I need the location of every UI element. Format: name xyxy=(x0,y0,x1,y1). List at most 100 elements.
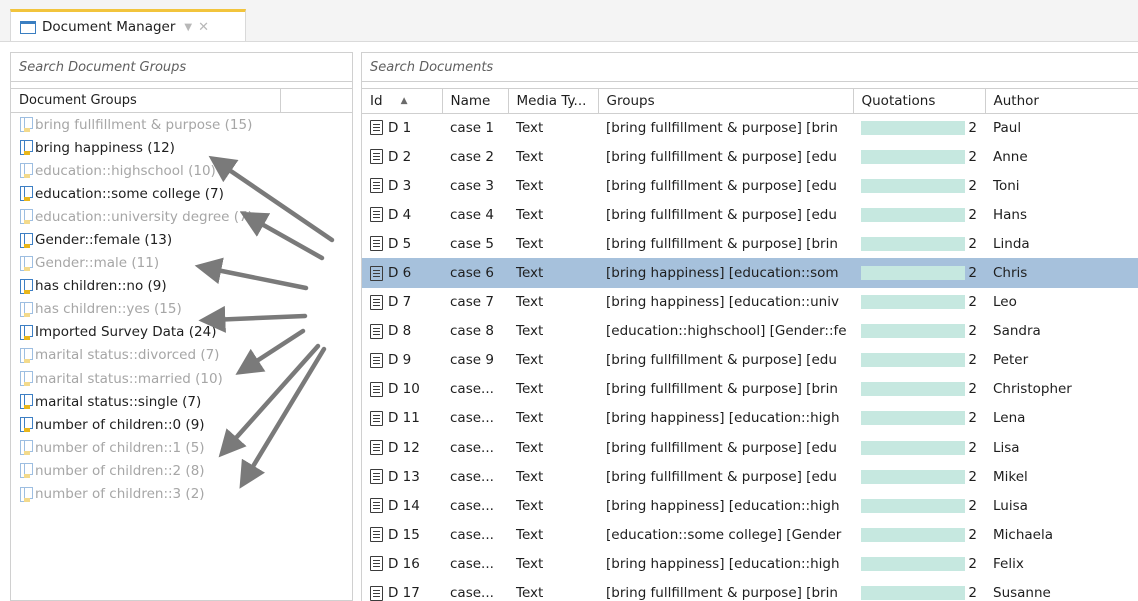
list-item[interactable]: bring happiness (12) xyxy=(11,136,352,159)
cell-id: D 15 xyxy=(362,520,442,549)
text-document-icon xyxy=(370,294,383,310)
cell-id: D 14 xyxy=(362,491,442,520)
cell-name: case 9 xyxy=(450,352,494,369)
quotation-bar xyxy=(861,236,965,251)
cell-groups: [bring happiness] [education::univ xyxy=(606,294,839,311)
cell-quotations: 2 xyxy=(853,549,985,578)
cell-media-type: Text xyxy=(516,119,544,136)
table-row[interactable]: D 11 case... Text [bring happiness] [educat… xyxy=(362,404,1138,433)
group-label: Gender::female (13) xyxy=(35,232,173,249)
search-document-groups-input[interactable]: Search Document Groups xyxy=(11,53,352,82)
list-item[interactable]: marital status::single (7) xyxy=(11,390,352,413)
table-row[interactable]: D 6 case 6 Text [bring happiness] [educatio… xyxy=(362,258,1138,288)
list-item[interactable]: bring fullfillment & purpose (15) xyxy=(11,113,352,136)
table-row[interactable]: D 13 case... Text [bring fullfillment & pur… xyxy=(362,462,1138,491)
chevron-down-icon[interactable]: ▼ xyxy=(184,22,192,33)
group-label: Imported Survey Data (24) xyxy=(35,324,217,341)
list-item[interactable]: number of children::2 (8) xyxy=(11,459,352,482)
sort-ascending-icon: ▲ xyxy=(400,95,408,106)
tab-document-manager[interactable]: Document Manager ▼ ✕ xyxy=(10,9,246,42)
list-item[interactable]: education::some college (7) xyxy=(11,182,352,205)
column-header-id[interactable]: Id ▲ xyxy=(362,89,443,114)
quotation-bar xyxy=(861,498,965,513)
list-item[interactable]: Gender::female (13) xyxy=(11,228,352,251)
groups-column-header[interactable]: Document Groups xyxy=(11,89,352,113)
table-row[interactable]: D 5 case 5 Text [bring fullfillment & purpo… xyxy=(362,229,1138,258)
text-document-icon xyxy=(370,556,383,572)
cell-media-type: Text xyxy=(508,258,598,288)
text-document-icon xyxy=(370,265,383,281)
group-label: bring happiness (12) xyxy=(35,139,175,156)
column-header-name[interactable]: Name xyxy=(442,89,509,114)
cell-author: Luisa xyxy=(993,497,1028,514)
column-header-document-groups[interactable]: Document Groups xyxy=(11,89,281,112)
column-header-media-type[interactable]: Media Ty... xyxy=(508,89,599,114)
cell-quotations: 2 xyxy=(853,317,985,346)
document-group-icon xyxy=(19,208,34,225)
close-icon[interactable]: ✕ xyxy=(198,20,209,35)
window-icon xyxy=(20,20,36,34)
cell-quotations: 2 xyxy=(853,229,985,258)
cell-media-type: Text xyxy=(516,439,544,456)
cell-name: case 7 xyxy=(450,294,494,311)
column-header-author[interactable]: Author xyxy=(985,89,1138,114)
tab-title: Document Manager xyxy=(42,19,176,35)
cell-author: Susanne xyxy=(993,585,1051,601)
table-row[interactable]: D 3 case 3 Text [bring fullfillment & purpo… xyxy=(362,171,1138,200)
cell-groups: [bring fullfillment & purpose] [brin xyxy=(606,235,838,252)
quotation-bar xyxy=(861,527,965,542)
table-row[interactable]: D 2 case 2 Text [bring fullfillment & purpo… xyxy=(362,142,1138,171)
table-row[interactable]: D 17 case... Text [bring fullfillment & pur… xyxy=(362,579,1138,601)
cell-media-type: Text xyxy=(516,497,544,514)
list-item[interactable]: Imported Survey Data (24) xyxy=(11,321,352,344)
list-item[interactable]: has children::no (9) xyxy=(11,275,352,298)
table-row[interactable]: D 12 case... Text [bring fullfillment & pur… xyxy=(362,433,1138,462)
list-item[interactable]: education::highschool (10) xyxy=(11,159,352,182)
cell-author: Felix xyxy=(993,555,1024,572)
table-row[interactable]: D 9 case 9 Text [bring fullfillment & purpo… xyxy=(362,346,1138,375)
cell-quotations: 2 xyxy=(853,142,985,171)
panel-gap xyxy=(362,82,1138,89)
cell-name: case... xyxy=(450,381,494,398)
cell-groups: [bring fullfillment & purpose] [edu xyxy=(606,148,837,165)
list-item[interactable]: marital status::divorced (7) xyxy=(11,344,352,367)
table-row[interactable]: D 1 case 1 Text [bring fullfillment & purpo… xyxy=(362,113,1138,142)
column-header-groups[interactable]: Groups xyxy=(598,89,854,114)
cell-name: case 6 xyxy=(442,258,508,288)
list-item[interactable]: has children::yes (15) xyxy=(11,298,352,321)
cell-id: D 12 xyxy=(362,433,442,462)
table-row[interactable]: D 14 case... Text [bring happiness] [educat… xyxy=(362,491,1138,520)
list-item[interactable]: number of children::1 (5) xyxy=(11,436,352,459)
document-group-icon xyxy=(19,393,34,410)
cell-author: Linda xyxy=(993,235,1030,252)
list-item[interactable]: number of children::0 (9) xyxy=(11,413,352,436)
cell-media-type: Text xyxy=(516,148,544,165)
quotation-bar xyxy=(861,295,965,310)
list-item[interactable]: number of children::3 (2) xyxy=(11,483,352,506)
group-label: marital status::divorced (7) xyxy=(35,347,220,364)
column-header-quotations[interactable]: Quotations xyxy=(853,89,986,114)
quotation-bar xyxy=(861,469,965,484)
cell-name: case... xyxy=(450,555,494,572)
group-label: marital status::married (10) xyxy=(35,370,223,387)
table-row[interactable]: D 7 case 7 Text [bring happiness] [educatio… xyxy=(362,288,1138,317)
quotation-bar xyxy=(861,353,965,368)
cell-id: D 17 xyxy=(362,579,442,601)
cell-id: D 6 xyxy=(362,258,442,288)
list-item[interactable]: education::university degree (7) xyxy=(11,205,352,228)
table-row[interactable]: D 4 case 4 Text [bring fullfillment & purpo… xyxy=(362,200,1138,229)
table-row[interactable]: D 8 case 8 Text [education::highschool] [Ge… xyxy=(362,317,1138,346)
cell-quotations: 2 xyxy=(853,404,985,433)
cell-author: Christopher xyxy=(993,381,1072,398)
table-row[interactable]: D 16 case... Text [bring happiness] [educat… xyxy=(362,549,1138,578)
cell-groups: [bring fullfillment & purpose] [edu xyxy=(606,439,837,456)
text-document-icon xyxy=(370,323,383,339)
list-item[interactable]: Gender::male (11) xyxy=(11,252,352,275)
table-row[interactable]: D 15 case... Text [education::some college]… xyxy=(362,520,1138,549)
group-list: bring fullfillment & purpose (15) bring h… xyxy=(11,113,352,506)
list-item[interactable]: marital status::married (10) xyxy=(11,367,352,390)
document-group-icon xyxy=(19,347,34,364)
search-documents-input[interactable]: Search Documents xyxy=(362,53,1138,82)
table-row[interactable]: D 10 case... Text [bring fullfillment & pur… xyxy=(362,375,1138,404)
group-label: has children::no (9) xyxy=(35,278,167,295)
